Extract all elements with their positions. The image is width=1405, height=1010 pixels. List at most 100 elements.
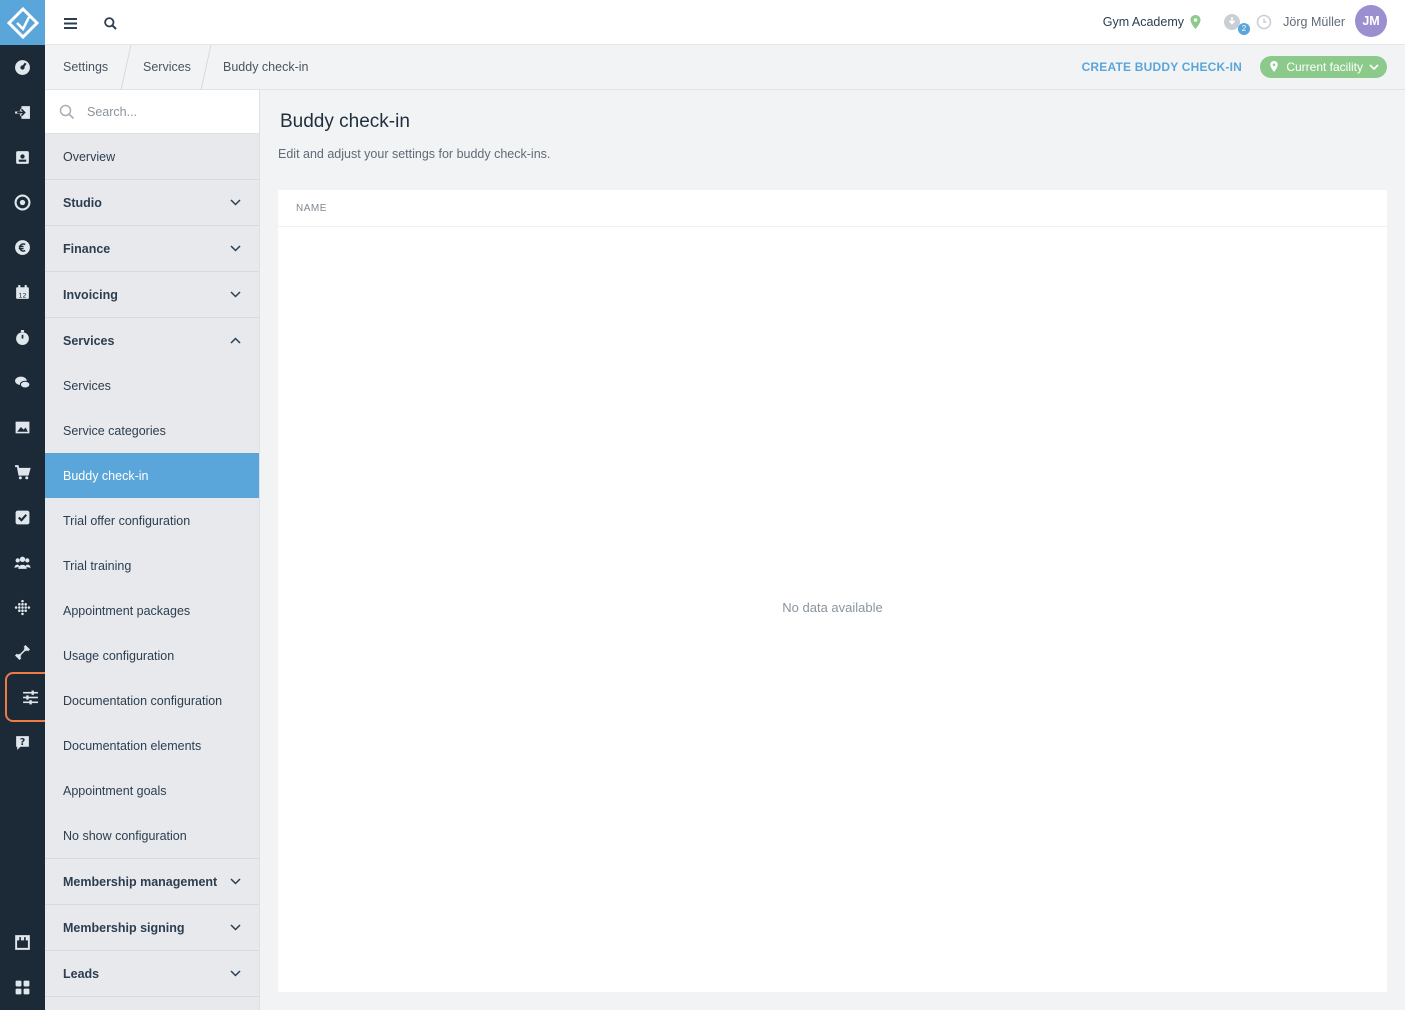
sidebar-item-documentation-elements[interactable]: Documentation elements (45, 723, 259, 768)
shop-icon (15, 934, 30, 950)
rail-apps[interactable] (0, 967, 45, 1007)
svg-text:12: 12 (18, 291, 26, 299)
sidebar-item-label: Documentation elements (63, 738, 202, 753)
create-buddy-check-in-button[interactable]: CREATE BUDDY CHECK-IN (1082, 60, 1242, 74)
sidebar-item-label: Usage configuration (63, 648, 175, 663)
rail-training[interactable] (0, 632, 45, 672)
sidebar-item-usage-configuration[interactable]: Usage configuration (45, 633, 259, 678)
chevron-down-icon (230, 291, 241, 298)
sidebar-item-label: Trial training (63, 558, 132, 573)
dumbbell-icon (14, 644, 31, 660)
breadcrumb-separator (120, 45, 132, 90)
breadcrumb-services[interactable]: Services (143, 60, 191, 74)
sidebar-item-label: Services (63, 378, 111, 393)
sidebar-item-overview[interactable]: Overview (45, 134, 259, 180)
sidebar-item-label: Appointment packages (63, 603, 191, 618)
rail-goals[interactable] (0, 182, 45, 222)
sidebar-search-input[interactable] (87, 101, 247, 123)
chevron-down-icon (230, 970, 241, 977)
sidebar-item-label: Overview (63, 149, 116, 164)
sidebar-group-finance[interactable]: Finance (45, 226, 259, 272)
chevron-down-icon (1369, 64, 1379, 71)
user-name[interactable]: Jörg Müller (1283, 15, 1345, 29)
page-title: Buddy check-in (280, 111, 410, 132)
sidebar-group-leads[interactable]: Leads (45, 951, 259, 997)
tasks-icon (15, 510, 30, 524)
rail-contacts[interactable] (0, 137, 45, 177)
top-bar: Gym Academy 2 Jörg Müller JM (45, 0, 1405, 45)
buddy-check-in-table: NAME No data available (278, 190, 1387, 992)
settings-sidebar: Overview Studio Finance Invoicing Servic… (45, 90, 260, 1010)
rail-media[interactable] (0, 407, 45, 447)
app-logo[interactable] (0, 0, 45, 45)
rail-members[interactable] (0, 542, 45, 582)
sidebar-item-service-categories[interactable]: Service categories (45, 408, 259, 453)
sidebar-group-services[interactable]: Services (45, 318, 259, 363)
search-icon (59, 104, 75, 120)
menu-toggle-button[interactable] (59, 12, 81, 34)
sidebar-item-appointment-goals[interactable]: Appointment goals (45, 768, 259, 813)
rail-dashboard[interactable] (0, 47, 45, 87)
sidebar-item-label: Membership signing (63, 920, 185, 935)
help-icon: ? (16, 735, 29, 750)
sidebar-item-no-show-configuration[interactable]: No show configuration (45, 813, 259, 859)
sidebar-item-buddy-check-in[interactable]: Buddy check-in (45, 453, 259, 498)
rail-timer[interactable] (0, 317, 45, 357)
apps-icon (15, 980, 30, 994)
clock-icon[interactable] (1256, 14, 1272, 30)
sidebar-group-membership-management[interactable]: Membership management (45, 859, 259, 905)
studio-name[interactable]: Gym Academy (1103, 15, 1184, 29)
sidebar-item-label: Finance (63, 241, 111, 256)
page-subtitle: Edit and adjust your settings for buddy … (278, 147, 551, 161)
sidebar-item-services[interactable]: Services (45, 363, 259, 408)
sidebar-item-label: Buddy check-in (63, 468, 149, 483)
rail-check-in[interactable] (0, 92, 45, 132)
settings-sliders-icon (22, 690, 38, 704)
chevron-down-icon (230, 924, 241, 931)
column-header-name[interactable]: NAME (296, 203, 327, 214)
rail-store[interactable] (0, 922, 45, 962)
search-icon (103, 16, 117, 30)
sidebar-item-label: Studio (63, 195, 102, 210)
facility-selector[interactable]: Current facility (1260, 56, 1387, 78)
rail-tasks[interactable] (0, 497, 45, 537)
chevron-down-icon (230, 245, 241, 252)
sidebar-item-trial-offer-configuration[interactable]: Trial offer configuration (45, 498, 259, 543)
stopwatch-icon (16, 329, 29, 345)
chat-icon (15, 376, 31, 389)
sidebar-item-label: Service categories (63, 423, 166, 438)
rail-help[interactable]: ? (0, 722, 45, 762)
breadcrumb-settings[interactable]: Settings (63, 60, 108, 74)
sidebar-group-invoicing[interactable]: Invoicing (45, 272, 259, 318)
logo-icon (6, 6, 39, 39)
rail-messages[interactable] (0, 362, 45, 402)
breadcrumb-bar: Settings Services Buddy check-in CREATE … (45, 45, 1405, 90)
sidebar-group-membership-signing[interactable]: Membership signing (45, 905, 259, 951)
sidebar-item-documentation-configuration[interactable]: Documentation configuration (45, 678, 259, 723)
rail-finance[interactable] (0, 227, 45, 267)
sidebar-group-studio[interactable]: Studio (45, 180, 259, 226)
chevron-down-icon (230, 878, 241, 885)
calendar-icon: 12 (16, 284, 29, 299)
sidebar-item-label: Services (63, 333, 115, 348)
rail-calendar[interactable]: 12 (0, 272, 45, 312)
sidebar-item-label: Leads (63, 966, 100, 981)
rail-analytics[interactable] (0, 587, 45, 627)
user-avatar[interactable]: JM (1355, 5, 1387, 37)
sidebar-search (45, 90, 259, 134)
sidebar-item-appointment-packages[interactable]: Appointment packages (45, 588, 259, 633)
euro-icon (15, 239, 30, 255)
sidebar-item-label: Invoicing (63, 287, 118, 302)
sidebar-item-label: Membership management (63, 874, 218, 889)
global-search-button[interactable] (99, 12, 121, 34)
sidebar-item-trial-training[interactable]: Trial training (45, 543, 259, 588)
image-icon (15, 421, 30, 433)
facility-label: Current facility (1286, 60, 1363, 74)
header-divider (278, 226, 1387, 227)
svg-text:?: ? (20, 737, 26, 748)
sidebar-item-label: Documentation configuration (63, 693, 223, 708)
empty-state-text: No data available (782, 600, 883, 615)
target-icon (14, 194, 31, 210)
sidebar-item-label: Trial offer configuration (63, 513, 191, 528)
rail-shop[interactable] (0, 452, 45, 492)
